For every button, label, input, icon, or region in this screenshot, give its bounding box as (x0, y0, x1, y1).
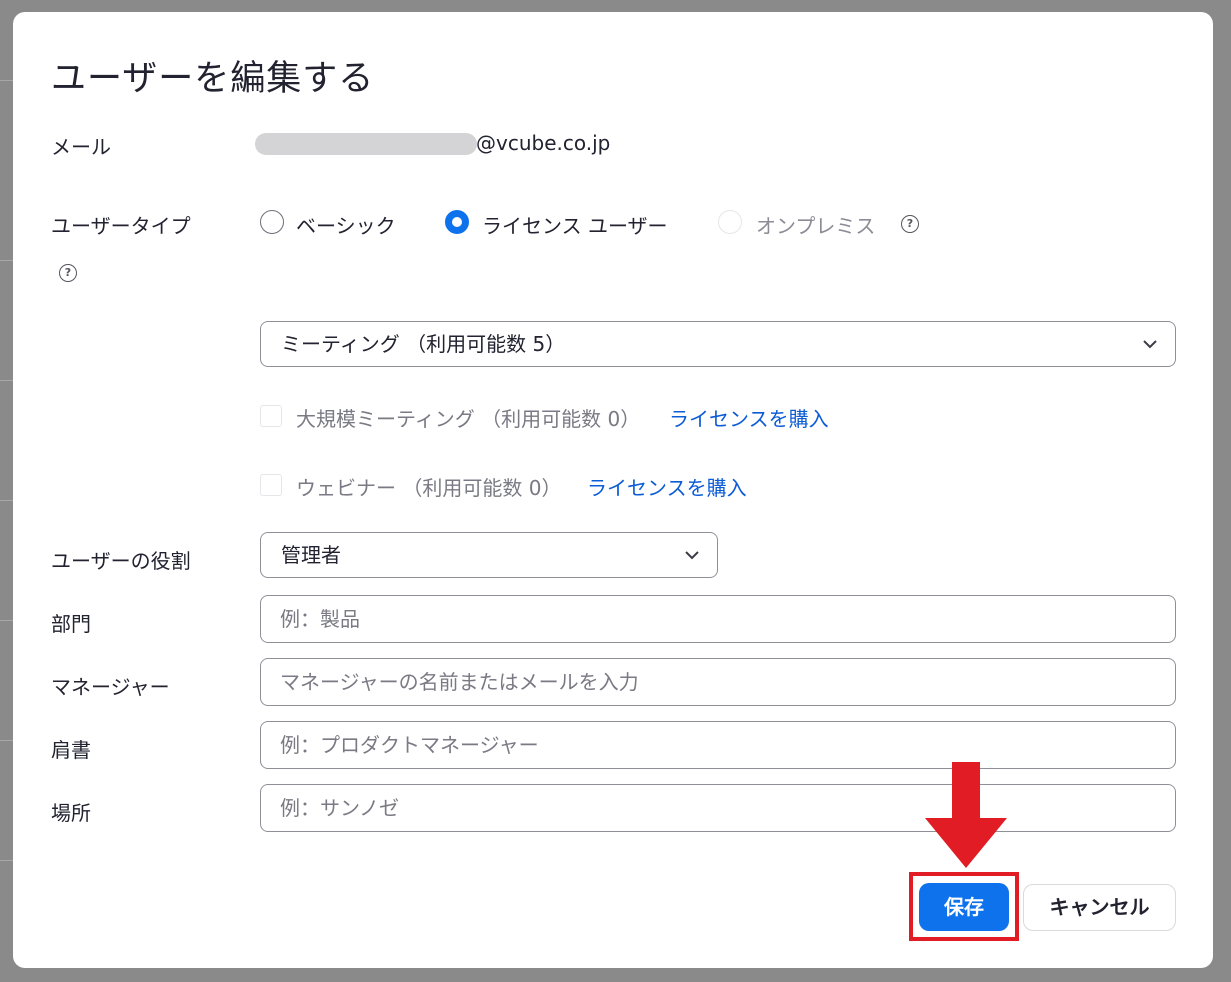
backdrop-divider (0, 860, 14, 861)
large-meeting-checkbox[interactable] (260, 405, 282, 427)
redacted-email-local-part (255, 133, 477, 155)
buy-license-link-large-meeting[interactable]: ライセンスを購入 (669, 403, 829, 432)
large-meeting-label: 大規模ミーティング （利用可能数 0） (296, 407, 641, 431)
backdrop-divider (0, 80, 14, 81)
radio-licensed-user-label[interactable]: ライセンス ユーザー (482, 210, 668, 239)
radio-on-premise-label: オンプレミス (756, 214, 876, 238)
dialog-title: ユーザーを編集する (51, 59, 375, 99)
edit-user-dialog: ユーザーを編集する メール @vcube.co.jp ユーザータイプ ? ベーシ… (13, 12, 1213, 968)
arrow-down-icon (925, 762, 1007, 868)
question-circle-icon[interactable]: ? (59, 264, 77, 282)
radio-licensed-user[interactable] (445, 210, 469, 234)
annotation-highlight-box (909, 872, 1019, 941)
backdrop-divider (0, 620, 14, 621)
webinar-label: ウェビナー （利用可能数 0） (296, 476, 562, 500)
manager-label: マネージャー (51, 675, 170, 699)
buy-license-link-webinar[interactable]: ライセンスを購入 (587, 472, 747, 501)
backdrop-divider (0, 740, 14, 741)
user-type-label: ユーザータイプ (51, 214, 191, 238)
chevron-down-icon (1143, 340, 1157, 349)
user-role-label: ユーザーの役割 (51, 549, 191, 573)
backdrop-divider (0, 500, 14, 501)
user-role-select[interactable]: 管理者 (260, 532, 718, 578)
radio-basic[interactable] (260, 210, 284, 234)
department-input[interactable] (260, 595, 1176, 643)
chevron-down-icon (685, 551, 699, 560)
job-title-label: 肩書 (51, 738, 91, 762)
radio-on-premise (718, 210, 742, 234)
manager-input[interactable] (260, 658, 1176, 706)
cancel-button[interactable]: キャンセル (1023, 884, 1176, 931)
department-label: 部門 (51, 612, 91, 636)
backdrop-divider (0, 260, 14, 261)
license-type-select-value: ミーティング （利用可能数 5） (281, 332, 566, 356)
webinar-checkbox[interactable] (260, 474, 282, 496)
backdrop-divider (0, 380, 14, 381)
user-role-select-value: 管理者 (281, 543, 341, 567)
question-circle-icon[interactable]: ? (901, 215, 919, 233)
location-label: 場所 (51, 801, 91, 825)
radio-basic-label[interactable]: ベーシック (296, 210, 396, 239)
email-domain: @vcube.co.jp (476, 131, 611, 155)
license-type-select[interactable]: ミーティング （利用可能数 5） (260, 321, 1176, 367)
location-input[interactable] (260, 784, 1176, 832)
email-label: メール (51, 135, 111, 159)
job-title-input[interactable] (260, 721, 1176, 769)
